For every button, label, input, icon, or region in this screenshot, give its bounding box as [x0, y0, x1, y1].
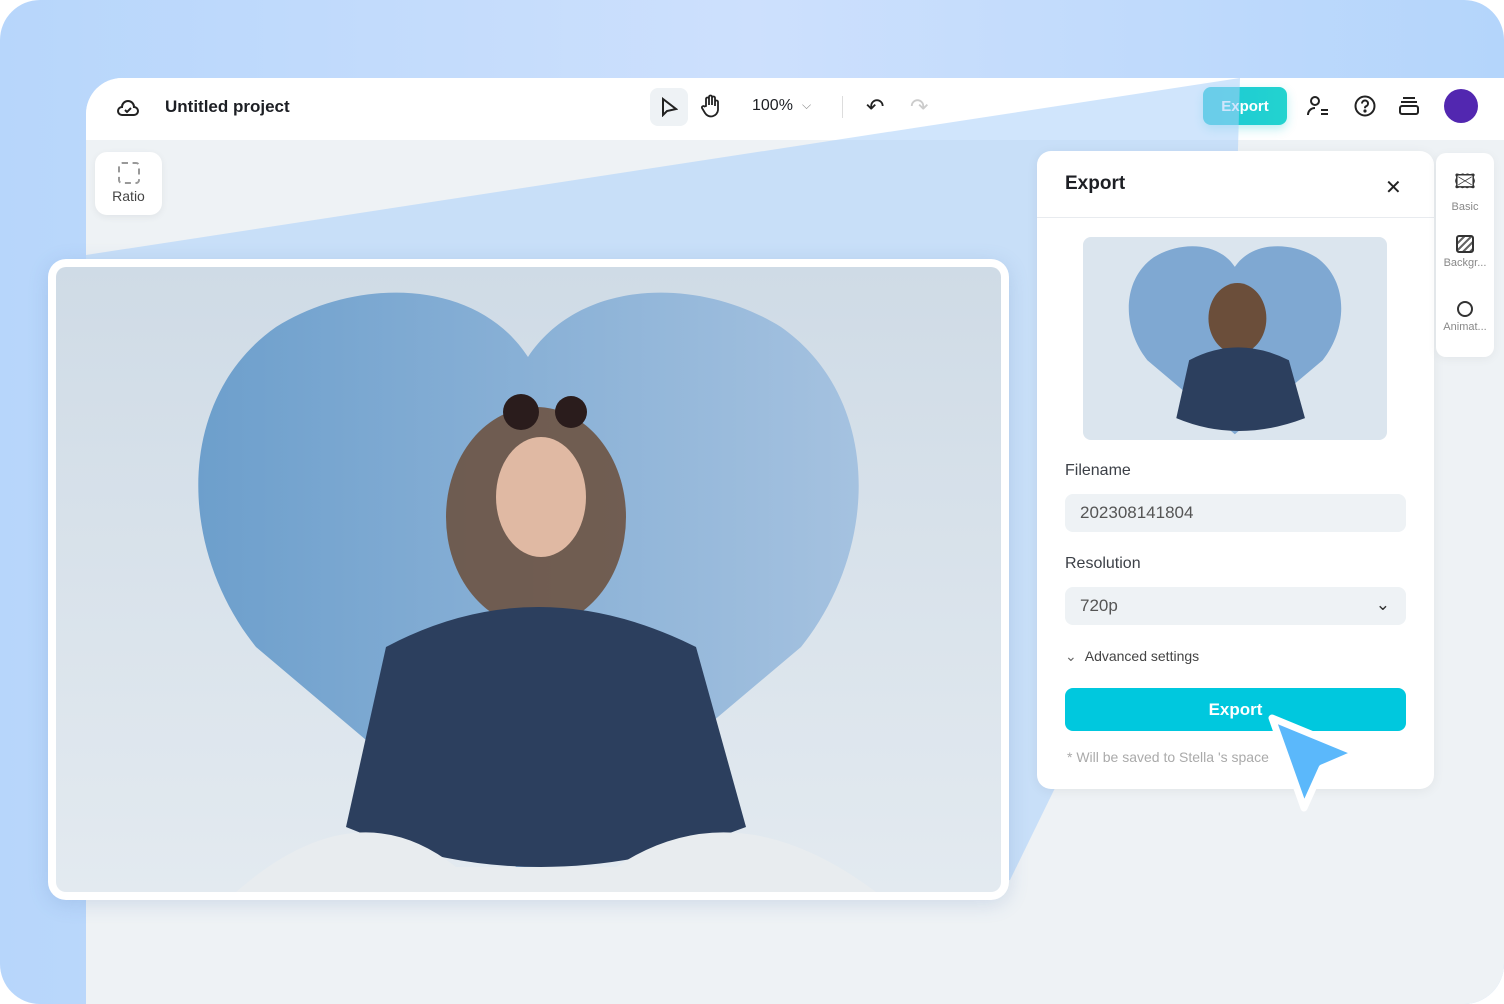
save-note: * Will be saved to Stella 's space	[1067, 749, 1269, 765]
advanced-settings-label: Advanced settings	[1084, 648, 1200, 664]
help-icon[interactable]	[1354, 95, 1376, 117]
animation-icon	[1457, 301, 1473, 317]
zoom-level[interactable]: 100%	[752, 97, 793, 115]
background-icon	[1456, 235, 1474, 253]
ratio-icon	[117, 162, 140, 184]
top-bar: Untitled project 100% ⌵ ↶ ↷ Export	[86, 78, 1504, 140]
export-preview-thumbnail	[1083, 237, 1387, 440]
filename-input[interactable]: 202308141804	[1065, 494, 1406, 532]
tab-animation[interactable]: Animat...	[1436, 301, 1494, 333]
divider	[1037, 217, 1434, 218]
redo-icon[interactable]: ↷	[910, 94, 928, 120]
filename-label: Filename	[1065, 462, 1131, 479]
chevron-down-icon: ⌄	[1375, 595, 1390, 614]
background: Untitled project 100% ⌵ ↶ ↷ Export Ratio…	[0, 0, 1504, 1004]
export-top-button[interactable]: Export	[1203, 87, 1287, 125]
resolution-value: 720p	[1080, 596, 1118, 615]
tab-basic[interactable]: 🖾 Basic	[1436, 167, 1494, 213]
chevron-down-icon[interactable]: ⌵	[802, 98, 811, 113]
tab-label: Animat...	[1443, 321, 1487, 333]
mouse-cursor-icon	[1268, 714, 1361, 812]
canvas-photo	[56, 267, 1001, 892]
undo-icon[interactable]: ↶	[866, 94, 884, 120]
tab-label: Basic	[1451, 201, 1479, 213]
layers-icon[interactable]	[1398, 96, 1420, 116]
tab-background[interactable]: Backgr...	[1436, 235, 1494, 269]
image-icon: 🖾	[1454, 171, 1476, 193]
heart-shape	[198, 292, 876, 892]
ratio-button[interactable]: Ratio	[95, 152, 162, 215]
hand-tool-icon[interactable]	[700, 94, 722, 118]
resolution-select[interactable]: 720p ⌄	[1065, 587, 1406, 625]
side-tabs: 🖾 Basic Backgr... Animat...	[1436, 153, 1494, 357]
canvas-image-frame[interactable]	[48, 259, 1009, 900]
advanced-settings-toggle[interactable]: ⌄ Advanced settings	[1065, 648, 1199, 665]
tab-label: Backgr...	[1443, 257, 1487, 269]
ratio-label: Ratio	[112, 188, 145, 204]
select-tool-icon[interactable]	[650, 88, 688, 126]
cloud-saved-icon[interactable]	[116, 96, 140, 118]
divider	[842, 96, 843, 118]
close-icon[interactable]: ✕	[1385, 175, 1402, 200]
resolution-label: Resolution	[1065, 555, 1141, 572]
user-switch-icon[interactable]	[1306, 94, 1330, 118]
project-title[interactable]: Untitled project	[165, 97, 290, 117]
panel-title: Export	[1065, 173, 1126, 194]
avatar[interactable]	[1444, 89, 1478, 123]
export-panel: Export ✕ Filename 202308141804 Resolutio…	[1037, 151, 1434, 789]
chevron-down-icon: ⌄	[1065, 648, 1077, 664]
